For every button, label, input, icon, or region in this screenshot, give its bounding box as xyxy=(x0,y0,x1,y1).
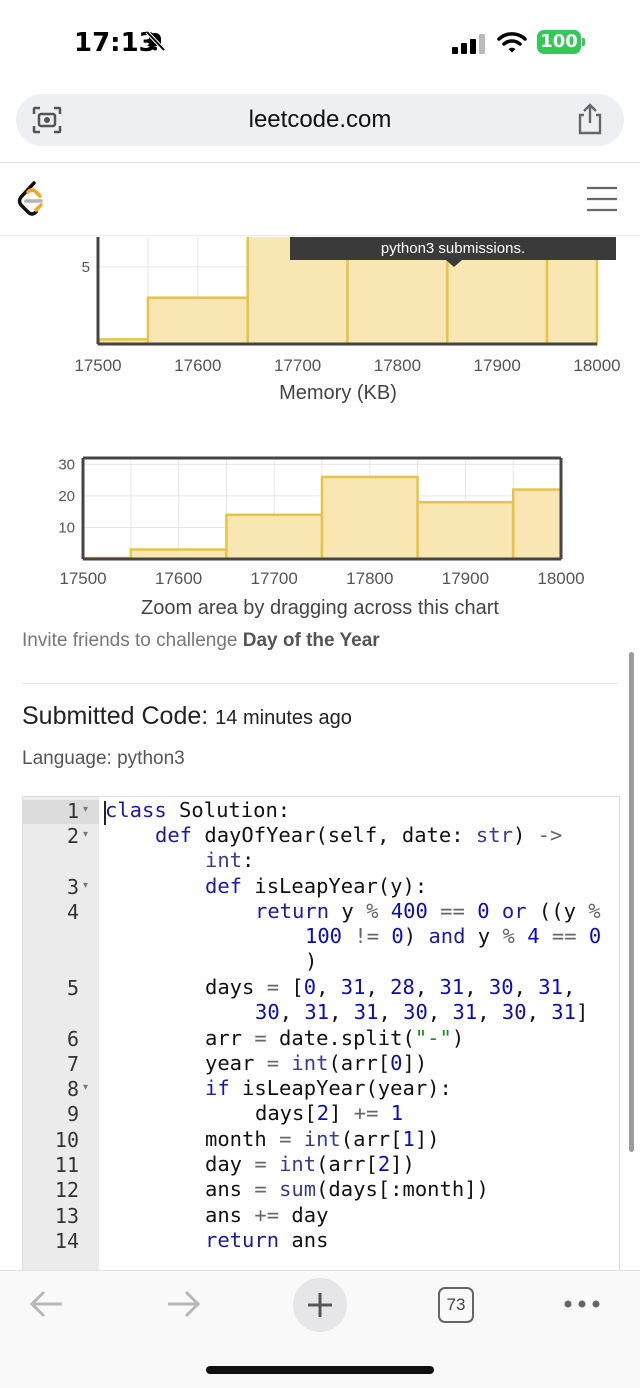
line-number: 12 xyxy=(54,1178,79,1202)
battery-tip xyxy=(582,38,585,46)
histogram-bar[interactable] xyxy=(225,513,324,561)
cellular-signal-icon xyxy=(452,34,485,54)
code-line-5-wrap: 30, 31, 31, 30, 31, 30, 31] xyxy=(255,1000,589,1024)
code-line-5: days = [0, 31, 28, 31, 30, 31, xyxy=(205,975,576,999)
histogram-bar[interactable] xyxy=(416,500,515,561)
y-tick-label: 20 xyxy=(58,488,75,505)
code-line-12: ans = sum(days[:month]) xyxy=(205,1177,489,1201)
section-divider xyxy=(22,683,618,684)
forward-arrow-icon[interactable] xyxy=(164,1287,202,1321)
fold-arrow-icon[interactable]: ▾ xyxy=(83,829,88,840)
code-line-13: ans += day xyxy=(205,1203,329,1227)
code-line-1: class Solution: xyxy=(105,798,291,822)
line-number: 13 xyxy=(54,1204,79,1228)
code-line-6: arr = date.split("-") xyxy=(205,1026,465,1050)
page-scrollbar[interactable] xyxy=(629,652,634,1152)
x-tick-label: 17700 xyxy=(251,569,298,588)
clip-edge xyxy=(0,236,640,237)
tab-count-button[interactable]: 73 xyxy=(438,1287,474,1323)
code-line-4-wrap: 100 != 0) and y % 4 == 0 xyxy=(305,924,602,948)
home-indicator xyxy=(206,1366,434,1374)
back-arrow-icon[interactable] xyxy=(28,1287,66,1321)
code-line-4: return y % 400 == 0 or ((y % xyxy=(255,899,601,923)
y-tick-label: 5 xyxy=(82,259,90,276)
x-tick-label: 17800 xyxy=(346,569,393,588)
line-number: 5 xyxy=(66,976,79,1000)
y-tick-label: 10 xyxy=(58,519,75,536)
code-line-3: def isLeapYear(y): xyxy=(205,874,428,898)
submission-time: 14 minutes ago xyxy=(215,707,352,729)
x-tick-label: 18000 xyxy=(537,569,584,588)
code-line-9: days[2] += 1 xyxy=(255,1101,404,1125)
histogram-bar[interactable] xyxy=(511,488,563,561)
invite-problem-link[interactable]: Day of the Year xyxy=(243,630,380,651)
menu-icon[interactable] xyxy=(586,185,618,213)
tooltip-text: python3 submissions. xyxy=(381,240,525,257)
zoom-caption: Zoom area by dragging across this chart xyxy=(141,597,499,619)
fold-arrow-icon[interactable]: ▾ xyxy=(83,804,88,815)
code-line-14: return ans xyxy=(205,1228,329,1252)
x-tick-label: 17800 xyxy=(374,356,421,375)
submitted-code-label: Submitted Code: xyxy=(22,702,209,730)
invite-text: Invite friends to challenge Day of the Y… xyxy=(22,630,380,652)
x-tick-label: 17900 xyxy=(442,569,489,588)
code-line-7: year = int(arr[0]) xyxy=(205,1051,428,1075)
histogram-bar[interactable] xyxy=(146,296,249,346)
fold-arrow-icon[interactable]: ▾ xyxy=(83,880,88,891)
language-label: Language: python3 xyxy=(22,748,185,769)
silent-bell-icon xyxy=(145,30,166,52)
line-number: 7 xyxy=(66,1052,79,1076)
histogram-bar[interactable] xyxy=(320,475,419,561)
share-icon[interactable] xyxy=(574,102,606,136)
wifi-icon xyxy=(497,32,527,53)
code-line-2-wrap: int: xyxy=(205,848,255,872)
leetcode-logo-icon[interactable] xyxy=(14,180,48,218)
line-number: 11 xyxy=(54,1153,79,1177)
more-options-icon[interactable] xyxy=(562,1297,602,1311)
x-tick-label: 17600 xyxy=(174,356,221,375)
x-tick-label: 17900 xyxy=(474,356,521,375)
submitted-code-heading: Submitted Code: 14 minutes ago xyxy=(22,702,352,731)
line-number: 4 xyxy=(66,900,79,924)
x-tick-label: 18000 xyxy=(573,356,620,375)
line-number: 3 xyxy=(66,875,79,899)
code-line-2: def dayOfYear(self, date: str) -> xyxy=(155,823,563,847)
code-line-10: month = int(arr[1]) xyxy=(205,1127,440,1151)
battery-indicator: 100 xyxy=(537,30,581,54)
line-number: 9 xyxy=(66,1102,79,1126)
x-tick-label: 17500 xyxy=(59,569,106,588)
code-line-8: if isLeapYear(year): xyxy=(205,1076,452,1100)
line-number: 1 xyxy=(66,799,79,823)
fold-arrow-icon[interactable]: ▾ xyxy=(83,1082,88,1093)
browser-divider xyxy=(0,162,640,163)
line-number: 2 xyxy=(66,824,79,848)
x-tick-label: 17500 xyxy=(74,356,121,375)
line-number: 8 xyxy=(66,1077,79,1101)
code-editor[interactable]: 1 ▾ 2 ▾ 3 ▾ 4 5 6 7 8 ▾ 9 10 11 12 13 14 class Solution: … xyxy=(22,796,620,1273)
y-tick-label: 30 xyxy=(58,456,75,473)
code-line-11: day = int(arr[2]) xyxy=(205,1152,415,1176)
code-line-4-wrap2: ) xyxy=(305,949,318,973)
memory-axis-label: Memory (KB) xyxy=(279,382,397,404)
line-number: 10 xyxy=(54,1128,79,1152)
line-number: 14 xyxy=(54,1229,79,1253)
invite-prefix: Invite friends to challenge xyxy=(22,630,243,651)
x-tick-label: 17700 xyxy=(274,356,321,375)
x-tick-label: 17600 xyxy=(155,569,202,588)
plot-area xyxy=(81,456,563,561)
new-tab-plus-icon[interactable] xyxy=(292,1277,348,1333)
url-text[interactable]: leetcode.com xyxy=(0,106,640,134)
line-number: 6 xyxy=(66,1027,79,1051)
